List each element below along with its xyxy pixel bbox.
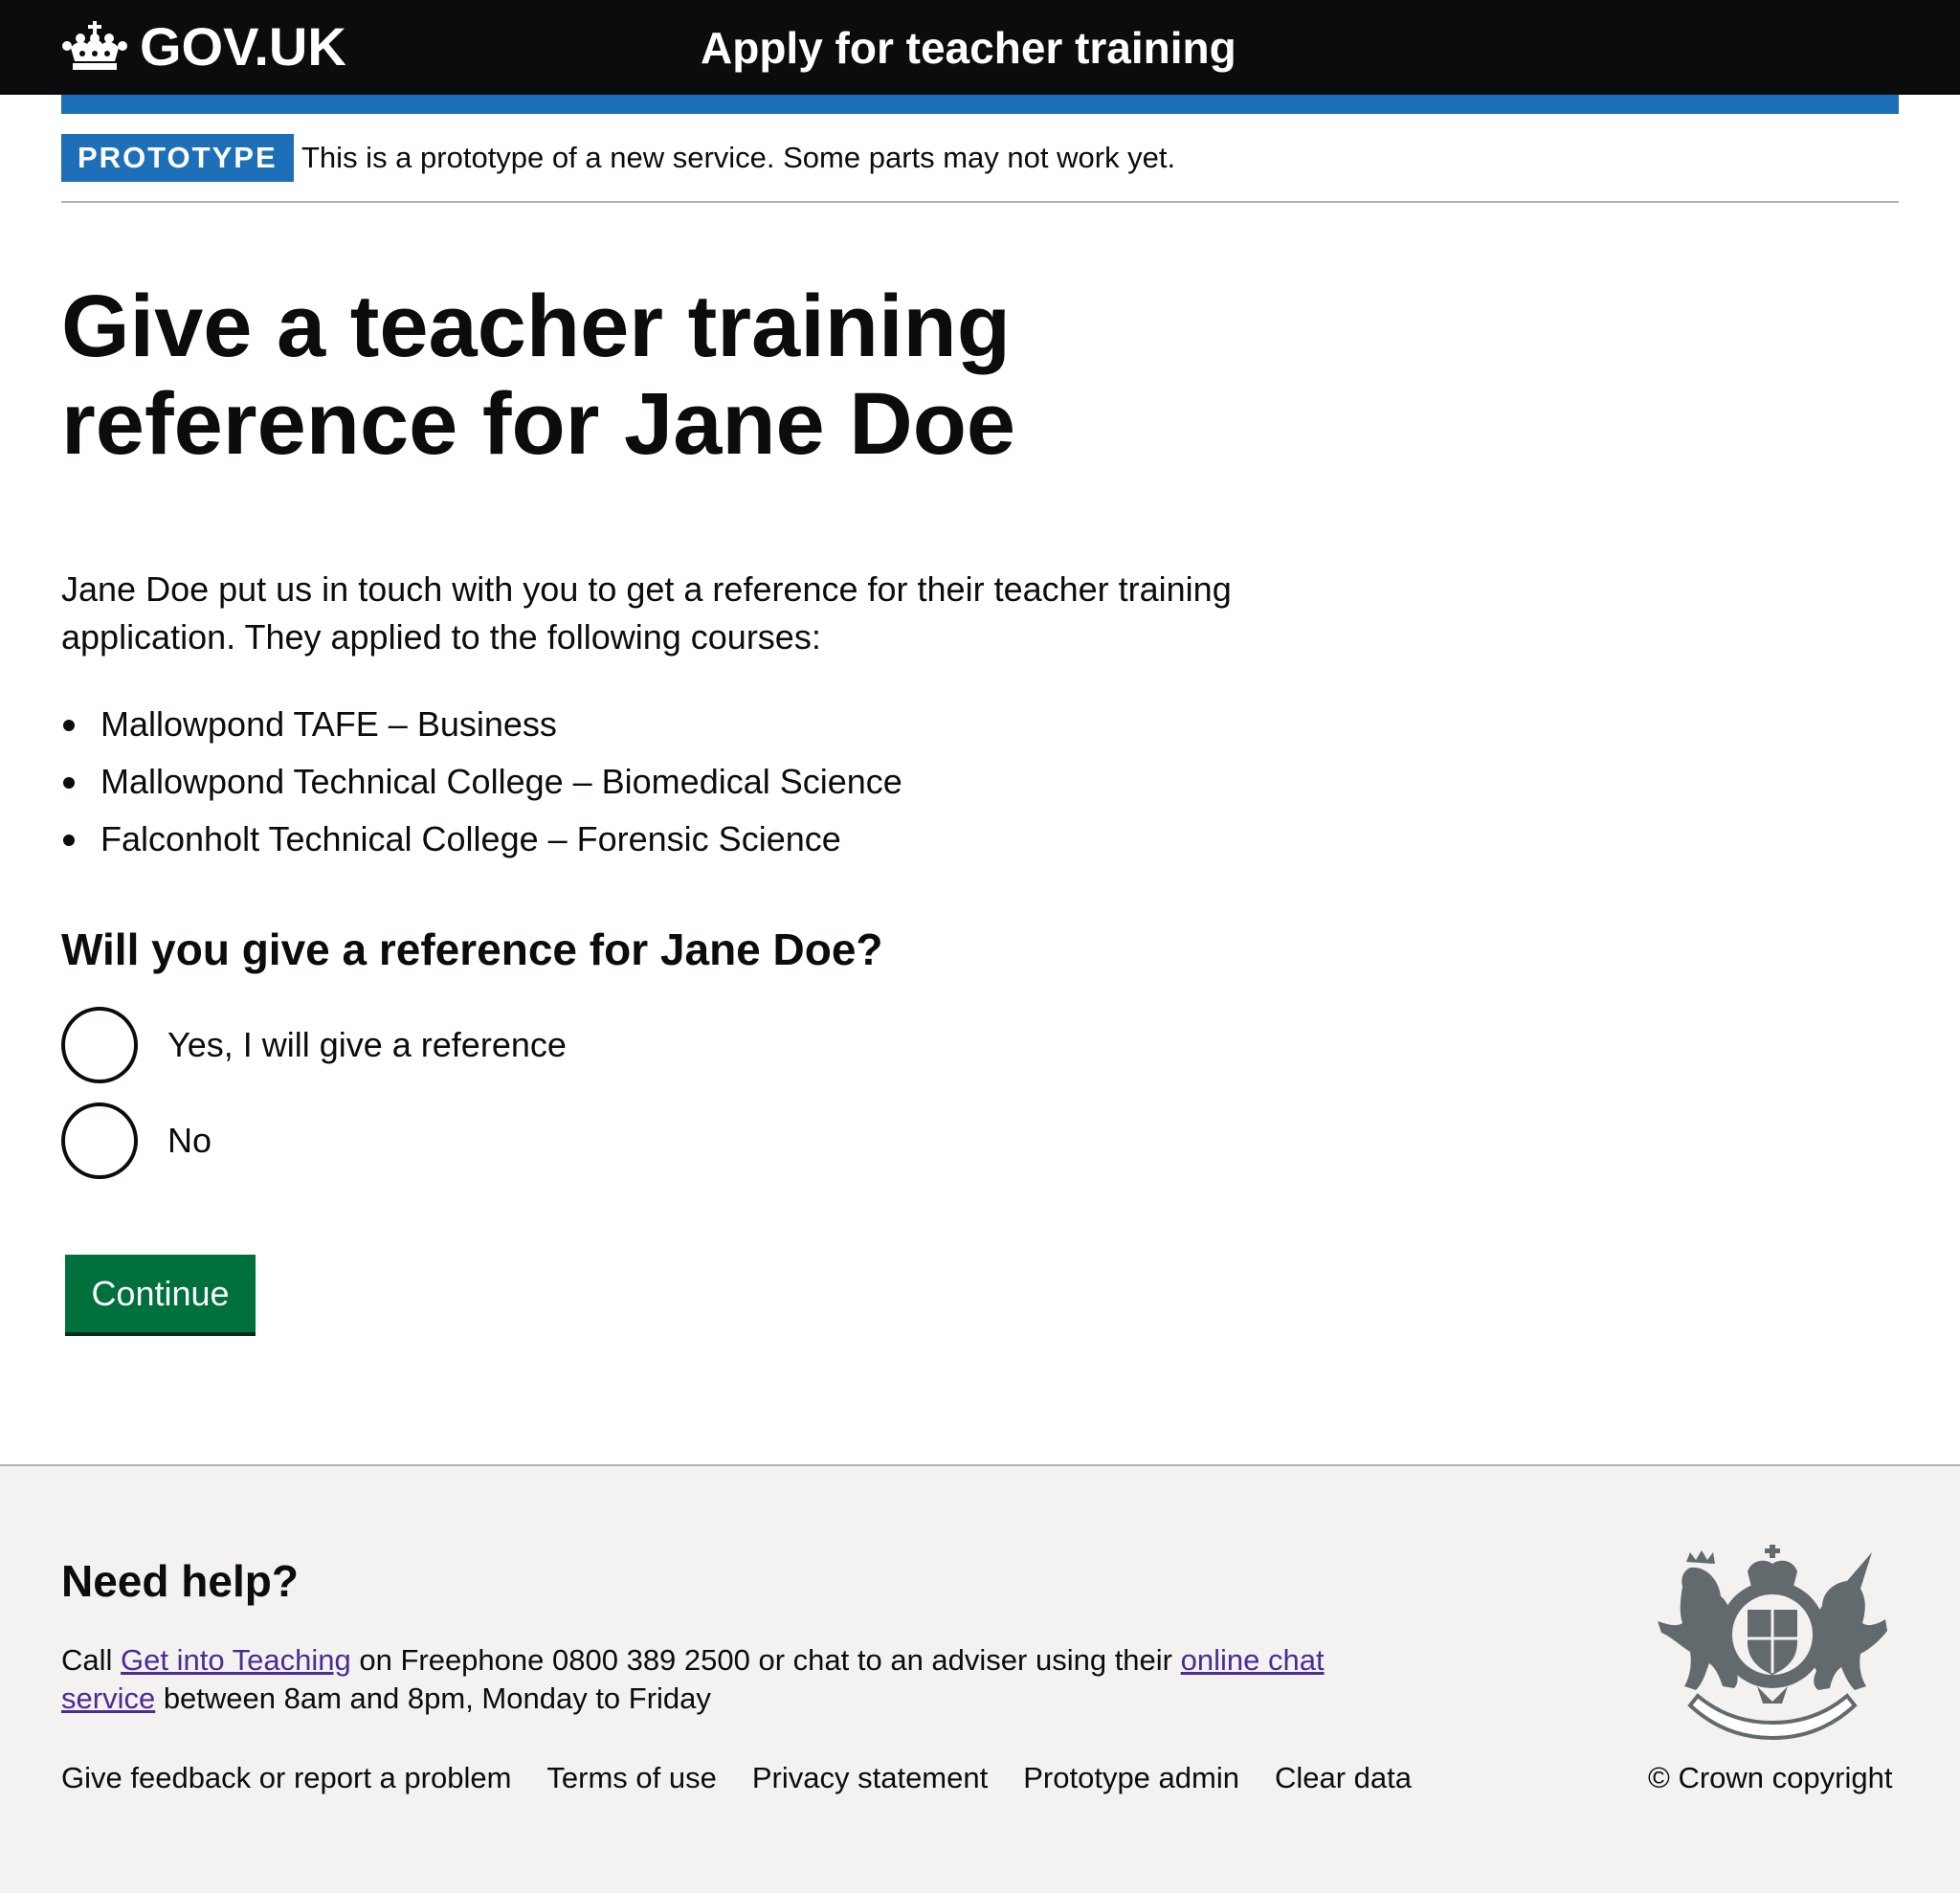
help-middle: on Freephone 0800 389 2500 or chat to an… xyxy=(350,1643,1181,1677)
footer-link-item: Terms of use xyxy=(546,1756,716,1800)
help-prefix: Call xyxy=(61,1643,122,1677)
crown-copyright-link[interactable]: © Crown copyright xyxy=(1648,1756,1892,1800)
footer-help-text: Call Get into Teaching on Freephone 0800… xyxy=(61,1641,1344,1718)
page-title-line-2: reference for Jane Doe xyxy=(61,375,1016,473)
phase-tag: PROTOTYPE xyxy=(61,134,294,182)
footer-link-item: Clear data xyxy=(1275,1756,1412,1800)
reference-question: Will you give a reference for Jane Doe? xyxy=(61,924,883,974)
course-name: Falconholt Technical College – Forensic … xyxy=(100,819,841,858)
intro-paragraph: Jane Doe put us in touch with you to get… xyxy=(61,569,1232,657)
footer-heading: Need help? xyxy=(61,1556,299,1606)
footer-link-clear-data[interactable]: Clear data xyxy=(1275,1761,1412,1794)
footer-link-item: Prototype admin xyxy=(1023,1756,1239,1800)
site-header: GOV.UK Apply for teacher training xyxy=(0,0,1960,95)
phase-banner: PROTOTYPE This is a prototype of a new s… xyxy=(61,114,1899,203)
footer-links: Give feedback or report a problem Terms … xyxy=(61,1756,1412,1800)
bullet-icon xyxy=(63,777,75,789)
service-name-link[interactable]: Apply for teacher training xyxy=(701,17,1236,78)
bullet-icon xyxy=(63,835,75,846)
radio-button-no[interactable] xyxy=(61,1102,138,1179)
footer-link-privacy[interactable]: Privacy statement xyxy=(752,1761,988,1794)
course-list-item: Mallowpond Technical College – Biomedica… xyxy=(61,759,902,816)
royal-coat-of-arms-icon xyxy=(1658,1545,1887,1741)
govuk-logo-text: GOV.UK xyxy=(140,16,346,77)
crown-icon xyxy=(62,21,127,70)
header-blue-stripe xyxy=(61,95,1899,114)
site-footer: Need help? Call Get into Teaching on Fre… xyxy=(0,1464,1960,1893)
radio-label-no[interactable]: No xyxy=(167,1118,212,1164)
bullet-icon xyxy=(63,720,75,731)
footer-link-item: Privacy statement xyxy=(752,1756,988,1800)
govuk-logo-link[interactable]: GOV.UK xyxy=(61,15,346,78)
radio-label-yes[interactable]: Yes, I will give a reference xyxy=(167,1022,567,1068)
course-name: Mallowpond TAFE – Business xyxy=(100,704,557,744)
footer-link-prototype-admin[interactable]: Prototype admin xyxy=(1023,1761,1239,1794)
course-list: Mallowpond TAFE – Business Mallowpond Te… xyxy=(61,702,902,874)
radio-option-yes[interactable]: Yes, I will give a reference xyxy=(61,1007,567,1083)
radio-option-no[interactable]: No xyxy=(61,1102,212,1179)
continue-button[interactable]: Continue xyxy=(65,1255,256,1332)
phase-banner-text: This is a prototype of a new service. So… xyxy=(301,141,1176,174)
get-into-teaching-link[interactable]: Get into Teaching xyxy=(121,1643,351,1677)
course-name: Mallowpond Technical College – Biomedica… xyxy=(100,762,902,801)
page-title: Give a teacher training reference for Ja… xyxy=(61,278,1114,473)
page-title-line-1: Give a teacher training xyxy=(61,278,1011,375)
help-suffix: between 8am and 8pm, Monday to Friday xyxy=(155,1681,711,1715)
radio-button-yes[interactable] xyxy=(61,1007,138,1083)
footer-link-item: Give feedback or report a problem xyxy=(61,1756,511,1800)
footer-link-feedback[interactable]: Give feedback or report a problem xyxy=(61,1761,511,1794)
course-list-item: Mallowpond TAFE – Business xyxy=(61,702,902,759)
course-list-item: Falconholt Technical College – Forensic … xyxy=(61,816,902,874)
page: GOV.UK Apply for teacher training PROTOT… xyxy=(0,0,1960,1893)
footer-link-terms[interactable]: Terms of use xyxy=(546,1761,716,1794)
